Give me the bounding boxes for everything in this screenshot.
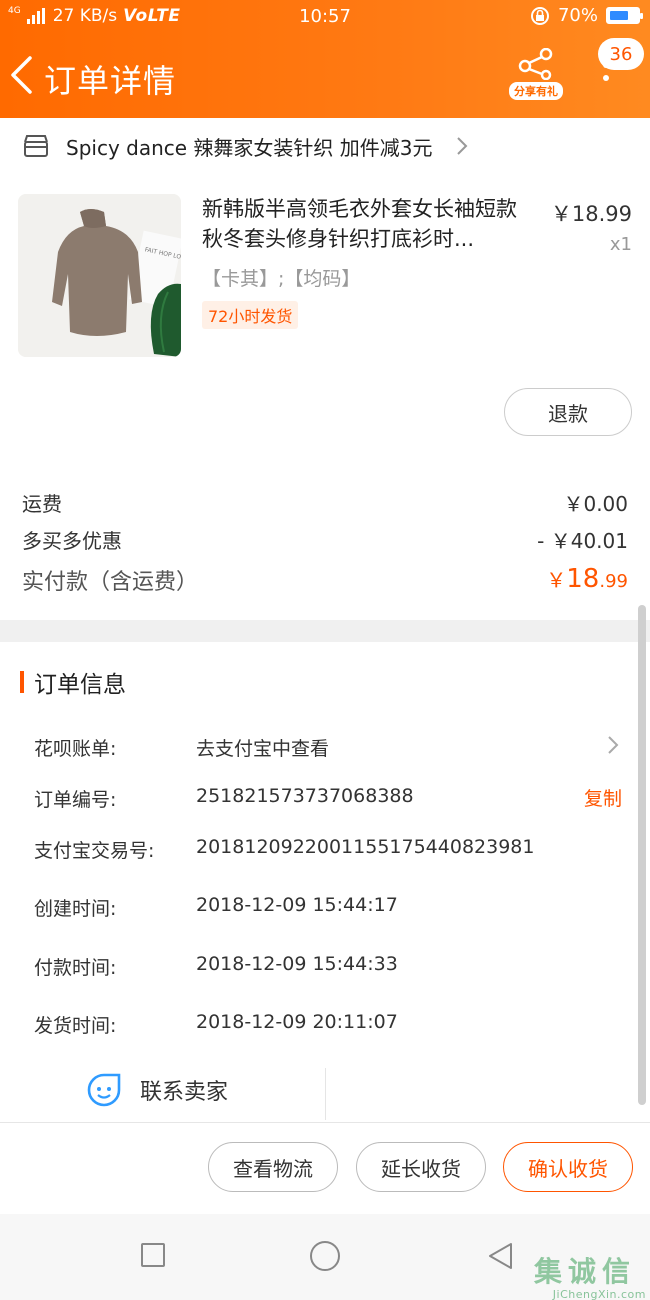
chevron-left-icon [11, 56, 32, 94]
total-paid-label: 实付款（含运费） [22, 570, 199, 595]
page-title: 订单详情 [44, 62, 177, 100]
home-button[interactable] [310, 1241, 340, 1271]
more-vertical-icon [603, 62, 609, 68]
back-triangle-icon[interactable] [486, 1241, 514, 1271]
huabei-value[interactable]: 去支付宝中查看 [196, 734, 329, 761]
shipping-time-tag: 72小时发货 [202, 301, 299, 329]
total-integer: 18 [566, 564, 600, 594]
contact-divider [325, 1068, 326, 1120]
shipped-time-value: 2018-12-09 20:11:07 [196, 1011, 398, 1033]
huabei-label: 花呗账单: [34, 738, 117, 760]
store-icon [24, 135, 48, 157]
contact-seller-label: 联系卖家 [140, 1080, 229, 1105]
chevron-right-icon [456, 137, 467, 155]
product-sku: 【卡其】;【均码】 [202, 268, 361, 290]
status-right: 70% [530, 5, 643, 26]
watermark-logo: 集 诚 信 JiChengXin.com [534, 1250, 646, 1300]
chat-face-icon [87, 1073, 121, 1107]
product-quantity: x1 [609, 234, 632, 255]
share-button[interactable]: 分享有礼 [506, 48, 566, 102]
share-label: 分享有礼 [509, 82, 563, 100]
alipay-trade-label: 支付宝交易号: [34, 840, 155, 862]
back-button[interactable] [8, 52, 40, 98]
battery-percent: 70% [557, 5, 598, 26]
shipping-fee-value: ￥0.00 [563, 492, 628, 516]
section-accent-bar [20, 671, 24, 693]
chevron-right-icon[interactable] [606, 734, 620, 756]
alipay-trade-value: 2018120922001155175440823981 [196, 836, 535, 858]
total-decimal: .99 [599, 571, 628, 592]
order-info-title: 订单信息 [34, 672, 126, 698]
extend-receipt-button[interactable]: 延长收货 [356, 1142, 486, 1192]
order-number-label: 订单编号: [34, 789, 117, 811]
product-title[interactable]: 新韩版半高领毛衣外套女长袖短款秋冬套头修身针织打底衫时... [202, 194, 532, 254]
scrollbar[interactable] [638, 605, 646, 1105]
watermark-char: 诚 [568, 1255, 597, 1288]
created-time-label: 创建时间: [34, 898, 117, 920]
sweater-illustration: FAIT HOP LOOF [18, 194, 181, 357]
contact-seller-button[interactable]: 联系卖家 [86, 1072, 228, 1108]
shipped-time-label: 发货时间: [34, 1015, 117, 1037]
total-paid-value: ￥18.99 [546, 564, 628, 594]
view-logistics-button[interactable]: 查看物流 [208, 1142, 338, 1192]
share-network-icon [518, 48, 553, 80]
discount-label: 多买多优惠 [22, 529, 122, 553]
shipping-fee-label: 运费 [22, 492, 62, 516]
paid-time-label: 付款时间: [34, 957, 117, 979]
refund-button[interactable]: 退款 [504, 388, 632, 436]
rotation-lock-icon [530, 6, 549, 25]
created-time-value: 2018-12-09 15:44:17 [196, 894, 398, 916]
app-header: 4G 27 KB/s VoLTE 10:57 70% 订单详情 分享有礼 36 [0, 0, 650, 118]
discount-value: - ￥40.01 [537, 529, 628, 553]
battery-icon [606, 7, 643, 24]
product-image[interactable]: FAIT HOP LOOF [18, 194, 181, 357]
order-number-value: 251821573737068388 [196, 785, 414, 807]
more-button[interactable] [596, 62, 616, 96]
paid-time-value: 2018-12-09 15:44:33 [196, 953, 398, 975]
watermark-char: 信 [602, 1255, 631, 1288]
shop-row[interactable]: Spicy dance 辣舞家女装针织 加件减3元 [0, 120, 650, 172]
product-price: ￥18.99 [550, 202, 632, 226]
confirm-receipt-button[interactable]: 确认收货 [503, 1142, 633, 1192]
watermark-char: 集 [534, 1255, 563, 1288]
recent-apps-button[interactable] [141, 1243, 165, 1267]
section-divider [0, 620, 650, 642]
currency-symbol: ￥ [546, 568, 567, 592]
shop-name: Spicy dance 辣舞家女装针织 加件减3元 [66, 135, 433, 160]
copy-button[interactable]: 复制 [584, 784, 622, 811]
